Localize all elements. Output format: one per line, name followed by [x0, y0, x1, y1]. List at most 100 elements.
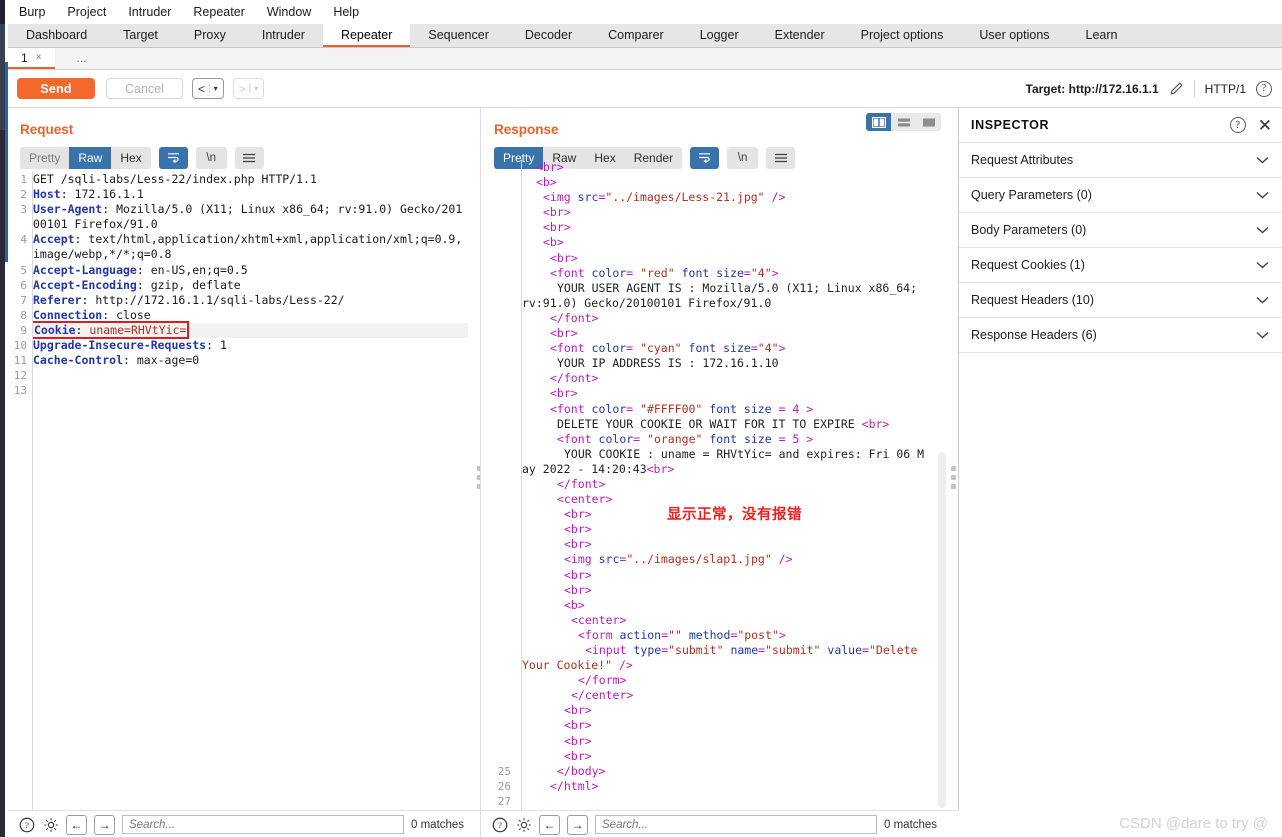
chevron-down-icon[interactable] [1256, 328, 1269, 342]
request-editor[interactable]: 12345678910111213 GET /sqli-labs/Less-22… [0, 172, 472, 812]
response-splitter-grip[interactable] [951, 466, 956, 489]
chevron-down-icon[interactable] [1256, 258, 1269, 272]
search-next-button[interactable]: → [567, 815, 588, 835]
code-token: <br> [564, 507, 592, 521]
split-view-icon[interactable] [866, 113, 891, 131]
menu-item-help[interactable]: Help [322, 0, 370, 24]
response-code[interactable]: <br><b><img src="../images/Less-21.jpg" … [522, 160, 930, 812]
menu-item-burp[interactable]: Burp [8, 0, 56, 24]
chevron-down-icon[interactable] [1256, 153, 1269, 167]
tab-sequencer[interactable]: Sequencer [410, 24, 506, 47]
code-token: = 5 > [772, 432, 814, 446]
code-token: color [599, 432, 634, 446]
request-newline-toggle[interactable]: \n [196, 147, 227, 169]
tab-project-options[interactable]: Project options [843, 24, 962, 47]
code-token: <br> [564, 734, 592, 748]
search-prev-button[interactable]: ← [539, 815, 560, 835]
line-number [481, 688, 511, 703]
tab-intruder[interactable]: Intruder [244, 24, 323, 47]
code-token: /> [612, 658, 633, 672]
line-number [481, 235, 511, 250]
tab-repeater[interactable]: Repeater [323, 24, 410, 47]
response-scrollbar[interactable] [938, 452, 946, 808]
tab-user-options[interactable]: User options [961, 24, 1067, 47]
search-next-button[interactable]: → [94, 815, 115, 835]
code-line: <br> [522, 251, 930, 266]
code-token: src [578, 190, 599, 204]
inspector-row-label: Request Cookies (1) [971, 258, 1085, 272]
code-line: <form action="" method="post"> [522, 628, 930, 643]
tab-logger[interactable]: Logger [682, 24, 757, 47]
menu-item-repeater[interactable]: Repeater [182, 0, 255, 24]
watermark: CSDN @dare to try @ [1119, 815, 1268, 832]
request-view-hex[interactable]: Hex [111, 147, 150, 169]
search-prev-button[interactable]: ← [66, 815, 87, 835]
inspector-row-request-cookies-1[interactable]: Request Cookies (1) [959, 248, 1282, 283]
inspector-row-response-headers-6[interactable]: Response Headers (6) [959, 318, 1282, 353]
code-line [33, 368, 468, 383]
code-token: "4" [751, 266, 772, 280]
code-line: </font> [522, 477, 930, 492]
help-icon[interactable]: ? [491, 816, 508, 833]
request-view-raw[interactable]: Raw [69, 147, 111, 169]
code-line: </html> [522, 779, 930, 794]
menu-item-intruder[interactable]: Intruder [117, 0, 182, 24]
cancel-button[interactable]: Cancel [106, 78, 183, 99]
menu-item-window[interactable]: Window [256, 0, 322, 24]
gear-icon[interactable] [515, 816, 532, 833]
tab-comparer[interactable]: Comparer [590, 24, 682, 47]
help-icon[interactable]: ? [1230, 117, 1246, 133]
line-number [481, 598, 511, 613]
send-button[interactable]: Send [17, 78, 95, 99]
code-token: GET /sqli-labs/Less-22/index.php HTTP/1.… [33, 172, 317, 186]
gear-icon[interactable] [42, 816, 59, 833]
code-line: GET /sqli-labs/Less-22/index.php HTTP/1.… [33, 172, 468, 187]
chevron-down-icon[interactable] [1256, 188, 1269, 202]
chevron-down-icon[interactable] [1256, 223, 1269, 237]
inspector-row-label: Query Parameters (0) [971, 188, 1092, 202]
tab-decoder[interactable]: Decoder [507, 24, 590, 47]
line-number: 12 [0, 368, 27, 383]
stacked-view-icon[interactable] [891, 113, 916, 131]
chevron-left-icon: < [198, 82, 205, 96]
inspector-row-request-attributes[interactable]: Request Attributes [959, 143, 1282, 178]
request-menu-icon[interactable] [235, 147, 264, 169]
request-wrap-toggle-icon[interactable] [159, 147, 188, 169]
line-number [481, 311, 511, 326]
request-code[interactable]: GET /sqli-labs/Less-22/index.php HTTP/1.… [33, 172, 468, 812]
code-token: Accept [33, 232, 75, 246]
tab-learn[interactable]: Learn [1068, 24, 1136, 47]
response-search-input[interactable] [595, 815, 877, 834]
tab-target[interactable]: Target [105, 24, 176, 47]
help-icon[interactable]: ? [18, 816, 35, 833]
tab-dashboard[interactable]: Dashboard [8, 24, 105, 47]
pencil-icon[interactable] [1169, 81, 1184, 96]
inspector-row-query-parameters-0[interactable]: Query Parameters (0) [959, 178, 1282, 213]
code-token: <br> [543, 205, 571, 219]
help-icon[interactable]: ? [1256, 81, 1272, 97]
inspector-row-body-parameters-0[interactable]: Body Parameters (0) [959, 213, 1282, 248]
line-number [481, 371, 511, 386]
inspector-row-label: Response Headers (6) [971, 328, 1097, 342]
single-view-icon[interactable] [916, 113, 941, 131]
target-label: Target: http://172.16.1.1 [1026, 82, 1159, 96]
history-back-button[interactable]: < | ▾ [192, 78, 224, 99]
inspector-row-request-headers-10[interactable]: Request Headers (10) [959, 283, 1282, 318]
close-icon[interactable]: × [36, 52, 42, 63]
repeater-tab-add[interactable]: ... [55, 48, 109, 69]
tab-proxy[interactable]: Proxy [176, 24, 244, 47]
request-view-pretty[interactable]: Pretty [20, 147, 69, 169]
request-search-input[interactable] [122, 815, 404, 834]
code-token: font size [709, 432, 771, 446]
code-line: <br> [522, 583, 930, 598]
tab-extender[interactable]: Extender [757, 24, 843, 47]
code-token: </font> [550, 371, 598, 385]
history-forward-button[interactable]: > | ▾ [233, 78, 265, 99]
menu-item-project[interactable]: Project [56, 0, 117, 24]
code-token: "submit" [765, 643, 820, 657]
close-icon[interactable]: ✕ [1258, 117, 1272, 134]
code-token: <br> [550, 326, 578, 340]
repeater-tab-1[interactable]: 1 × [8, 48, 55, 69]
chevron-down-icon[interactable] [1256, 293, 1269, 307]
response-editor[interactable]: 252627 <br><b><img src="../images/Less-2… [481, 160, 958, 812]
